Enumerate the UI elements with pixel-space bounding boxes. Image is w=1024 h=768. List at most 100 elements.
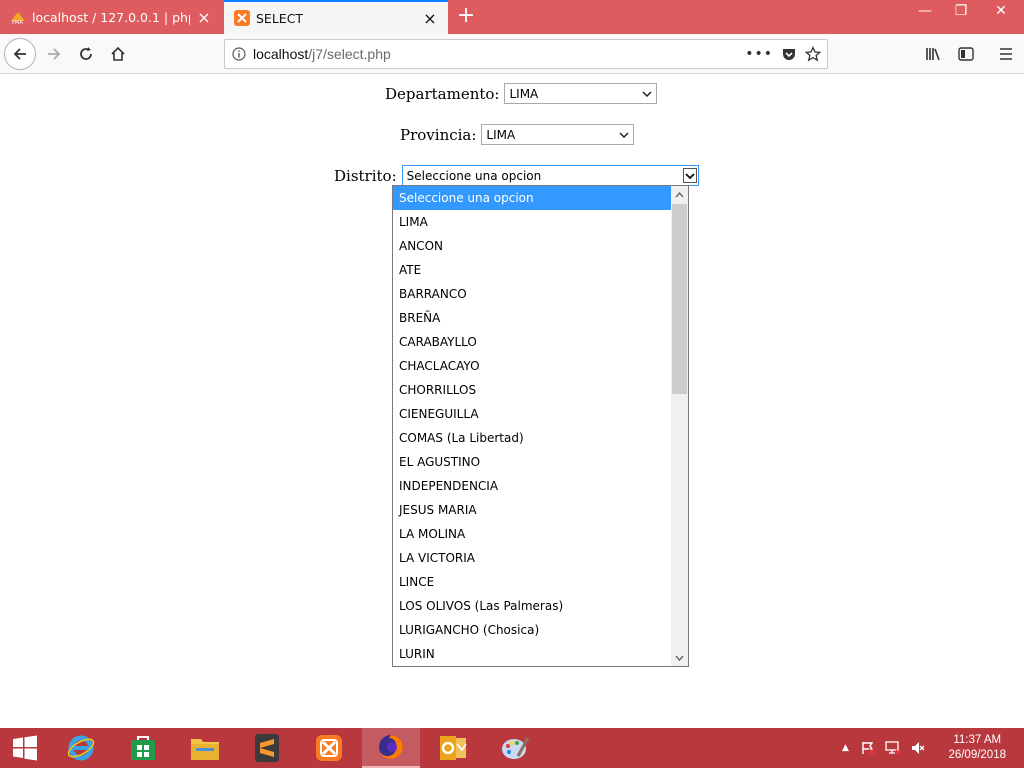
distrito-value: Seleccione una opcion (406, 168, 542, 183)
library-icon (926, 48, 940, 61)
window-close-button[interactable]: ✕ (984, 0, 1018, 24)
info-icon[interactable] (225, 47, 253, 61)
volume-muted-icon[interactable] (911, 741, 925, 755)
distrito-label: Distrito: (334, 166, 397, 185)
taskbar-store[interactable] (114, 728, 172, 768)
close-icon[interactable]: × (196, 8, 212, 27)
taskbar-paint[interactable] (486, 728, 544, 768)
departamento-label: Departamento: (385, 84, 500, 103)
internet-explorer-icon (67, 735, 95, 761)
tab-strip: PMA localhost / 127.0.0.1 | phpMyAc × SE… (0, 0, 1024, 34)
dropdown-option[interactable]: ATE (393, 258, 673, 282)
scrollbar-thumb[interactable] (672, 204, 687, 394)
dropdown-option[interactable]: LA VICTORIA (393, 546, 673, 570)
dropdown-option[interactable]: CARABAYLLO (393, 330, 673, 354)
firefox-icon (379, 735, 403, 759)
action-center-flag-icon[interactable] (861, 741, 875, 755)
close-icon[interactable]: × (422, 9, 438, 28)
dropdown-option[interactable]: BARRANCO (393, 282, 673, 306)
dropdown-option[interactable]: CIENEGUILLA (393, 402, 673, 426)
sidebar-button[interactable] (950, 38, 982, 70)
tab-title: localhost / 127.0.0.1 | phpMyAc (32, 9, 190, 25)
bookmark-star-icon[interactable] (805, 46, 821, 62)
tab-phpmyadmin[interactable]: PMA localhost / 127.0.0.1 | phpMyAc × (0, 0, 222, 34)
restore-button[interactable]: ❐ (944, 0, 978, 24)
dropdown-option[interactable]: LOS OLIVOS (Las Palmeras) (393, 594, 673, 618)
dropdown-option[interactable]: INDEPENDENCIA (393, 474, 673, 498)
provincia-row: Provincia: LIMA (400, 124, 635, 145)
home-button[interactable] (102, 38, 134, 70)
page-actions-icon[interactable]: ••• (745, 46, 773, 62)
provincia-value: LIMA (486, 127, 516, 142)
arrow-right-icon (48, 48, 61, 60)
departamento-select[interactable]: LIMA (504, 83, 658, 104)
distrito-dropdown-list[interactable]: Seleccione una opcion LIMA ANCON ATE BARRANC… (392, 185, 689, 667)
library-button[interactable] (918, 38, 950, 70)
minimize-button[interactable]: — (908, 0, 942, 24)
provincia-select[interactable]: LIMA (481, 124, 635, 145)
taskbar-internet-explorer[interactable] (52, 728, 110, 768)
dropdown-option[interactable]: LURIN (393, 642, 673, 666)
clock-time: 11:37 AM (953, 734, 1002, 746)
network-icon[interactable] (885, 741, 901, 755)
new-tab-button[interactable]: + (454, 4, 478, 28)
chevron-down-icon (618, 128, 630, 142)
home-icon (111, 46, 125, 61)
dropdown-option[interactable]: Seleccione una opcion (393, 186, 673, 210)
taskbar-firefox[interactable] (362, 728, 420, 768)
taskbar-file-explorer[interactable] (176, 728, 234, 768)
system-clock[interactable]: 11:37 AM 26/09/2018 (948, 733, 1006, 763)
file-explorer-icon (191, 739, 219, 760)
dropdown-option[interactable]: LIMA (393, 210, 673, 234)
arrow-left-icon (13, 48, 26, 60)
pocket-icon[interactable] (781, 46, 797, 62)
scroll-down-arrow-icon[interactable] (671, 649, 688, 666)
chevron-down-icon (682, 168, 697, 183)
show-hidden-icons-icon[interactable]: ▲ (842, 743, 849, 753)
dropdown-option[interactable]: JESUS MARIA (393, 498, 673, 522)
dropdown-option[interactable]: CHACLACAYO (393, 354, 673, 378)
departamento-row: Departamento: LIMA (385, 83, 658, 104)
back-button[interactable] (4, 38, 36, 70)
url-path: /j7/select.php (308, 46, 391, 62)
provincia-label: Provincia: (400, 125, 477, 144)
svg-text:PMA: PMA (12, 20, 23, 25)
taskbar-xampp[interactable] (300, 728, 358, 768)
departamento-value: LIMA (509, 86, 539, 101)
windows-logo-icon (13, 735, 37, 761)
dropdown-option[interactable]: CHORRILLOS (393, 378, 673, 402)
forward-button[interactable] (38, 38, 70, 70)
start-button[interactable] (0, 728, 50, 768)
dropdown-option[interactable]: LURIGANCHO (Chosica) (393, 618, 673, 642)
distrito-row: Distrito: Seleccione una opcion (334, 165, 699, 186)
url-host: localhost (253, 46, 309, 62)
scroll-up-arrow-icon[interactable] (671, 186, 688, 203)
outlook-icon (440, 736, 467, 760)
dropdown-option[interactable]: BREÑA (393, 306, 673, 330)
dropdown-option[interactable]: ANCON (393, 234, 673, 258)
hamburger-menu-icon (1000, 48, 1012, 60)
dropdown-option[interactable]: LA MOLINA (393, 522, 673, 546)
dropdown-option[interactable]: EL AGUSTINO (393, 450, 673, 474)
tab-select[interactable]: SELECT × (224, 0, 448, 34)
taskbar-sublime-text[interactable] (238, 728, 296, 768)
reload-icon (80, 47, 92, 60)
taskbar-outlook[interactable] (424, 728, 482, 768)
distrito-select[interactable]: Seleccione una opcion (401, 165, 699, 186)
dropdown-option[interactable]: LINCE (393, 570, 673, 594)
paint-icon (502, 737, 530, 759)
dropdown-scrollbar[interactable] (671, 186, 688, 666)
url-bar[interactable]: localhost/j7/select.php ••• (224, 39, 828, 69)
menu-button[interactable] (990, 38, 1022, 70)
xampp-icon (234, 10, 250, 26)
phpmyadmin-icon: PMA (11, 12, 25, 25)
system-tray: ▲ (842, 728, 925, 768)
taskbar: ▲ 11:37 AM 26/09/2018 (0, 728, 1024, 768)
reload-button[interactable] (70, 38, 102, 70)
clock-date: 26/09/2018 (948, 749, 1006, 761)
dropdown-option[interactable]: COMAS (La Libertad) (393, 426, 673, 450)
url-text[interactable]: localhost/j7/select.php (253, 46, 745, 62)
sublime-text-icon (255, 734, 279, 762)
xampp-icon (316, 735, 342, 761)
chevron-down-icon (641, 87, 653, 101)
